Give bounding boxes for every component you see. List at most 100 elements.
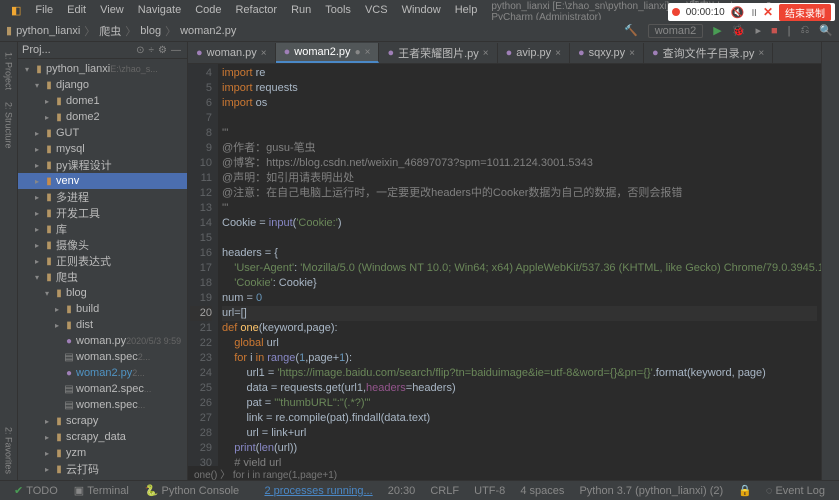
search-icon[interactable]: 🔍: [819, 24, 833, 37]
tree-arrow-icon[interactable]: ▸: [42, 417, 52, 426]
tree-node[interactable]: ▸ ▮ 库: [18, 221, 187, 237]
editor-tab[interactable]: ● woman2.py ● ×: [276, 43, 380, 63]
project-tool-tab[interactable]: 1: Project: [4, 52, 14, 90]
close-rec-icon[interactable]: ✕: [763, 5, 773, 19]
mute-icon[interactable]: 🔇: [731, 6, 745, 19]
line-number[interactable]: 21: [190, 321, 212, 336]
tree-node[interactable]: ▸ ▮ mysql: [18, 141, 187, 157]
code-line[interactable]: @声明：如引用请表明出处: [222, 171, 817, 186]
run-config[interactable]: woman2: [648, 24, 704, 38]
tab-close-icon[interactable]: ×: [365, 47, 371, 58]
line-number[interactable]: 15: [190, 231, 212, 246]
tree-arrow-icon[interactable]: ▾: [42, 289, 52, 298]
breadcrumb-hints[interactable]: one() 〉 for i in range(1,page+1): [188, 466, 821, 480]
code-line[interactable]: ''': [222, 126, 817, 141]
project-tree[interactable]: ▾ ▮ python_lianxi E:\zhao_s... ▾ ▮ djang…: [18, 59, 187, 480]
hide-icon[interactable]: —: [171, 45, 181, 56]
tree-arrow-icon[interactable]: ▾: [32, 81, 42, 90]
line-number[interactable]: 18: [190, 276, 212, 291]
debug-icon[interactable]: 🐞: [732, 24, 746, 37]
menu-edit[interactable]: Edit: [60, 2, 93, 18]
menu-file[interactable]: File: [28, 2, 60, 18]
code-editor[interactable]: import reimport requestsimport os'''@作者：…: [218, 64, 821, 466]
line-number[interactable]: 13: [190, 201, 212, 216]
menu-refactor[interactable]: Refactor: [228, 2, 284, 18]
menu-vcs[interactable]: VCS: [358, 2, 395, 18]
editor-tab[interactable]: ● woman.py ×: [188, 43, 276, 63]
line-number[interactable]: 28: [190, 426, 212, 441]
line-number[interactable]: 11: [190, 171, 212, 186]
breadcrumb-part[interactable]: 爬虫: [99, 23, 121, 39]
menu-view[interactable]: View: [93, 2, 131, 18]
tree-arrow-icon[interactable]: ▸: [42, 97, 52, 106]
code-line[interactable]: headers = {: [222, 246, 817, 261]
tree-node[interactable]: ▸ ▮ py课程设计: [18, 157, 187, 173]
breadcrumb-part[interactable]: blog: [140, 25, 161, 37]
stop-icon[interactable]: ■: [771, 25, 778, 37]
stop-record-button[interactable]: 结束录制: [779, 4, 831, 21]
editor-tab[interactable]: ● 查询文件子目录.py ×: [644, 43, 773, 63]
tree-node[interactable]: ▾ ▮ 爬虫: [18, 269, 187, 285]
tab-close-icon[interactable]: ×: [629, 48, 635, 59]
breadcrumb-part[interactable]: woman2.py: [180, 25, 236, 37]
code-line[interactable]: link = re.compile(pat).findall(data.text…: [222, 411, 817, 426]
line-number[interactable]: 29: [190, 441, 212, 456]
code-line[interactable]: ''': [222, 201, 817, 216]
tree-node[interactable]: ▸ ▮ dist: [18, 317, 187, 333]
gear-icon[interactable]: ⚙: [158, 45, 167, 56]
line-number[interactable]: 5: [190, 81, 212, 96]
caret-pos[interactable]: 20:30: [388, 485, 416, 497]
code-line[interactable]: url=[]: [222, 306, 817, 321]
tree-node[interactable]: ▸ ▮ dome1: [18, 93, 187, 109]
line-number[interactable]: 30: [190, 456, 212, 466]
tree-arrow-icon[interactable]: ▸: [32, 145, 42, 154]
tree-arrow-icon[interactable]: ▸: [32, 257, 42, 266]
tree-node[interactable]: ▤ woman.spec 2...: [18, 349, 187, 365]
indent[interactable]: 4 spaces: [520, 485, 564, 497]
tree-node[interactable]: ▸ ▮ 多进程: [18, 189, 187, 205]
line-number[interactable]: 4: [190, 66, 212, 81]
run-icon[interactable]: ▶: [713, 24, 721, 37]
code-line[interactable]: @博客：https://blog.csdn.net/weixin_4689707…: [222, 156, 817, 171]
code-line[interactable]: [222, 231, 817, 246]
code-line[interactable]: 'User-Agent': 'Mozilla/5.0 (Windows NT 1…: [222, 261, 817, 276]
code-line[interactable]: url1 = 'https://image.baidu.com/search/f…: [222, 366, 817, 381]
line-number[interactable]: 25: [190, 381, 212, 396]
line-number[interactable]: 27: [190, 411, 212, 426]
line-number[interactable]: 17: [190, 261, 212, 276]
menu-tools[interactable]: Tools: [318, 2, 358, 18]
processes-link[interactable]: 2 processes running...: [264, 485, 372, 497]
editor-tab[interactable]: ● avip.py ×: [498, 43, 570, 63]
code-line[interactable]: import re: [222, 66, 817, 81]
project-header[interactable]: Proj...: [22, 44, 51, 56]
code-line[interactable]: pat = '"thumbURL":"(.*?)"': [222, 396, 817, 411]
tab-close-icon[interactable]: ×: [483, 48, 489, 59]
code-line[interactable]: for i in range(1,page+1):: [222, 351, 817, 366]
tree-node[interactable]: ▸ ▮ scrapy_data: [18, 429, 187, 445]
tree-arrow-icon[interactable]: ▸: [52, 321, 62, 330]
tree-arrow-icon[interactable]: ▸: [52, 305, 62, 314]
line-gutter[interactable]: 4567891011121314151617181920212223242526…: [188, 64, 218, 466]
code-line[interactable]: Cookie = input('Cookie:'): [222, 216, 817, 231]
tree-arrow-icon[interactable]: ▸: [32, 129, 42, 138]
tree-arrow-icon[interactable]: ▸: [32, 241, 42, 250]
line-number[interactable]: 23: [190, 351, 212, 366]
code-line[interactable]: 'Cookie': Cookie}: [222, 276, 817, 291]
tree-arrow-icon[interactable]: ▸: [32, 209, 42, 218]
build-icon[interactable]: 🔨: [624, 24, 638, 37]
tree-node[interactable]: ▸ ▮ yzm: [18, 445, 187, 461]
tree-node[interactable]: ▸ ▮ GUT: [18, 125, 187, 141]
tree-node[interactable]: ▸ ▮ 云打码: [18, 461, 187, 477]
menu-code[interactable]: Code: [188, 2, 228, 18]
collapse-icon[interactable]: ÷: [149, 45, 155, 56]
code-line[interactable]: num = 0: [222, 291, 817, 306]
tree-arrow-icon[interactable]: ▸: [42, 449, 52, 458]
line-number[interactable]: 9: [190, 141, 212, 156]
line-number[interactable]: 14: [190, 216, 212, 231]
tree-arrow-icon[interactable]: ▸: [32, 177, 42, 186]
tree-node[interactable]: ▾ ▮ blog: [18, 285, 187, 301]
code-line[interactable]: @注意：在自己电脑上运行时，一定要更改headers中的Cooker数据为自己的…: [222, 186, 817, 201]
tree-node[interactable]: ▸ ▮ scrapy: [18, 413, 187, 429]
tree-arrow-icon[interactable]: ▸: [42, 465, 52, 474]
menu-run[interactable]: Run: [284, 2, 318, 18]
